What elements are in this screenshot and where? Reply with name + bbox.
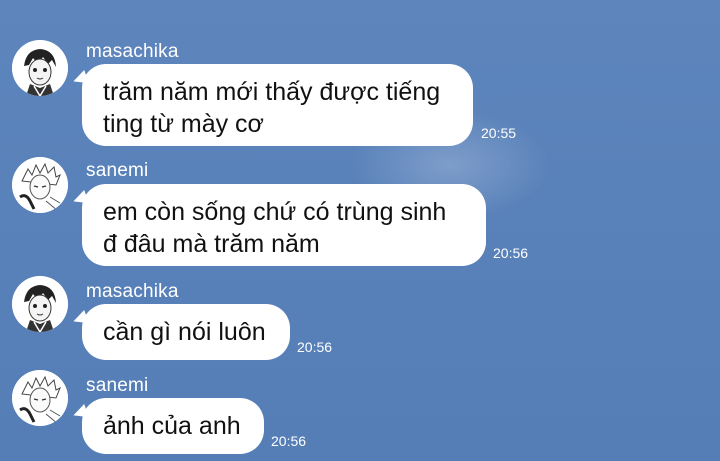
message-timestamp: 20:55 xyxy=(481,125,517,141)
masachika-avatar-icon[interactable] xyxy=(12,40,68,96)
sender-name: sanemi xyxy=(86,160,149,181)
masachika-avatar-icon[interactable] xyxy=(12,276,68,332)
message-bubble[interactable]: cần gì nói luôn xyxy=(82,304,290,360)
sender-name: sanemi xyxy=(86,375,149,396)
sanemi-avatar-icon[interactable] xyxy=(12,157,68,213)
message-bubble[interactable]: ảnh của anh xyxy=(82,398,264,454)
message-bubble[interactable]: em còn sống chứ có trùng sinh đ đâu mà t… xyxy=(82,184,486,266)
sanemi-avatar-icon[interactable] xyxy=(12,370,68,426)
sender-name: masachika xyxy=(86,281,179,302)
message-timestamp: 20:56 xyxy=(271,433,307,449)
sender-name: masachika xyxy=(86,41,179,62)
message-bubble[interactable]: trăm năm mới thấy được tiếng ting từ mày… xyxy=(82,64,473,146)
message-timestamp: 20:56 xyxy=(297,339,333,355)
message-timestamp: 20:56 xyxy=(493,245,529,261)
